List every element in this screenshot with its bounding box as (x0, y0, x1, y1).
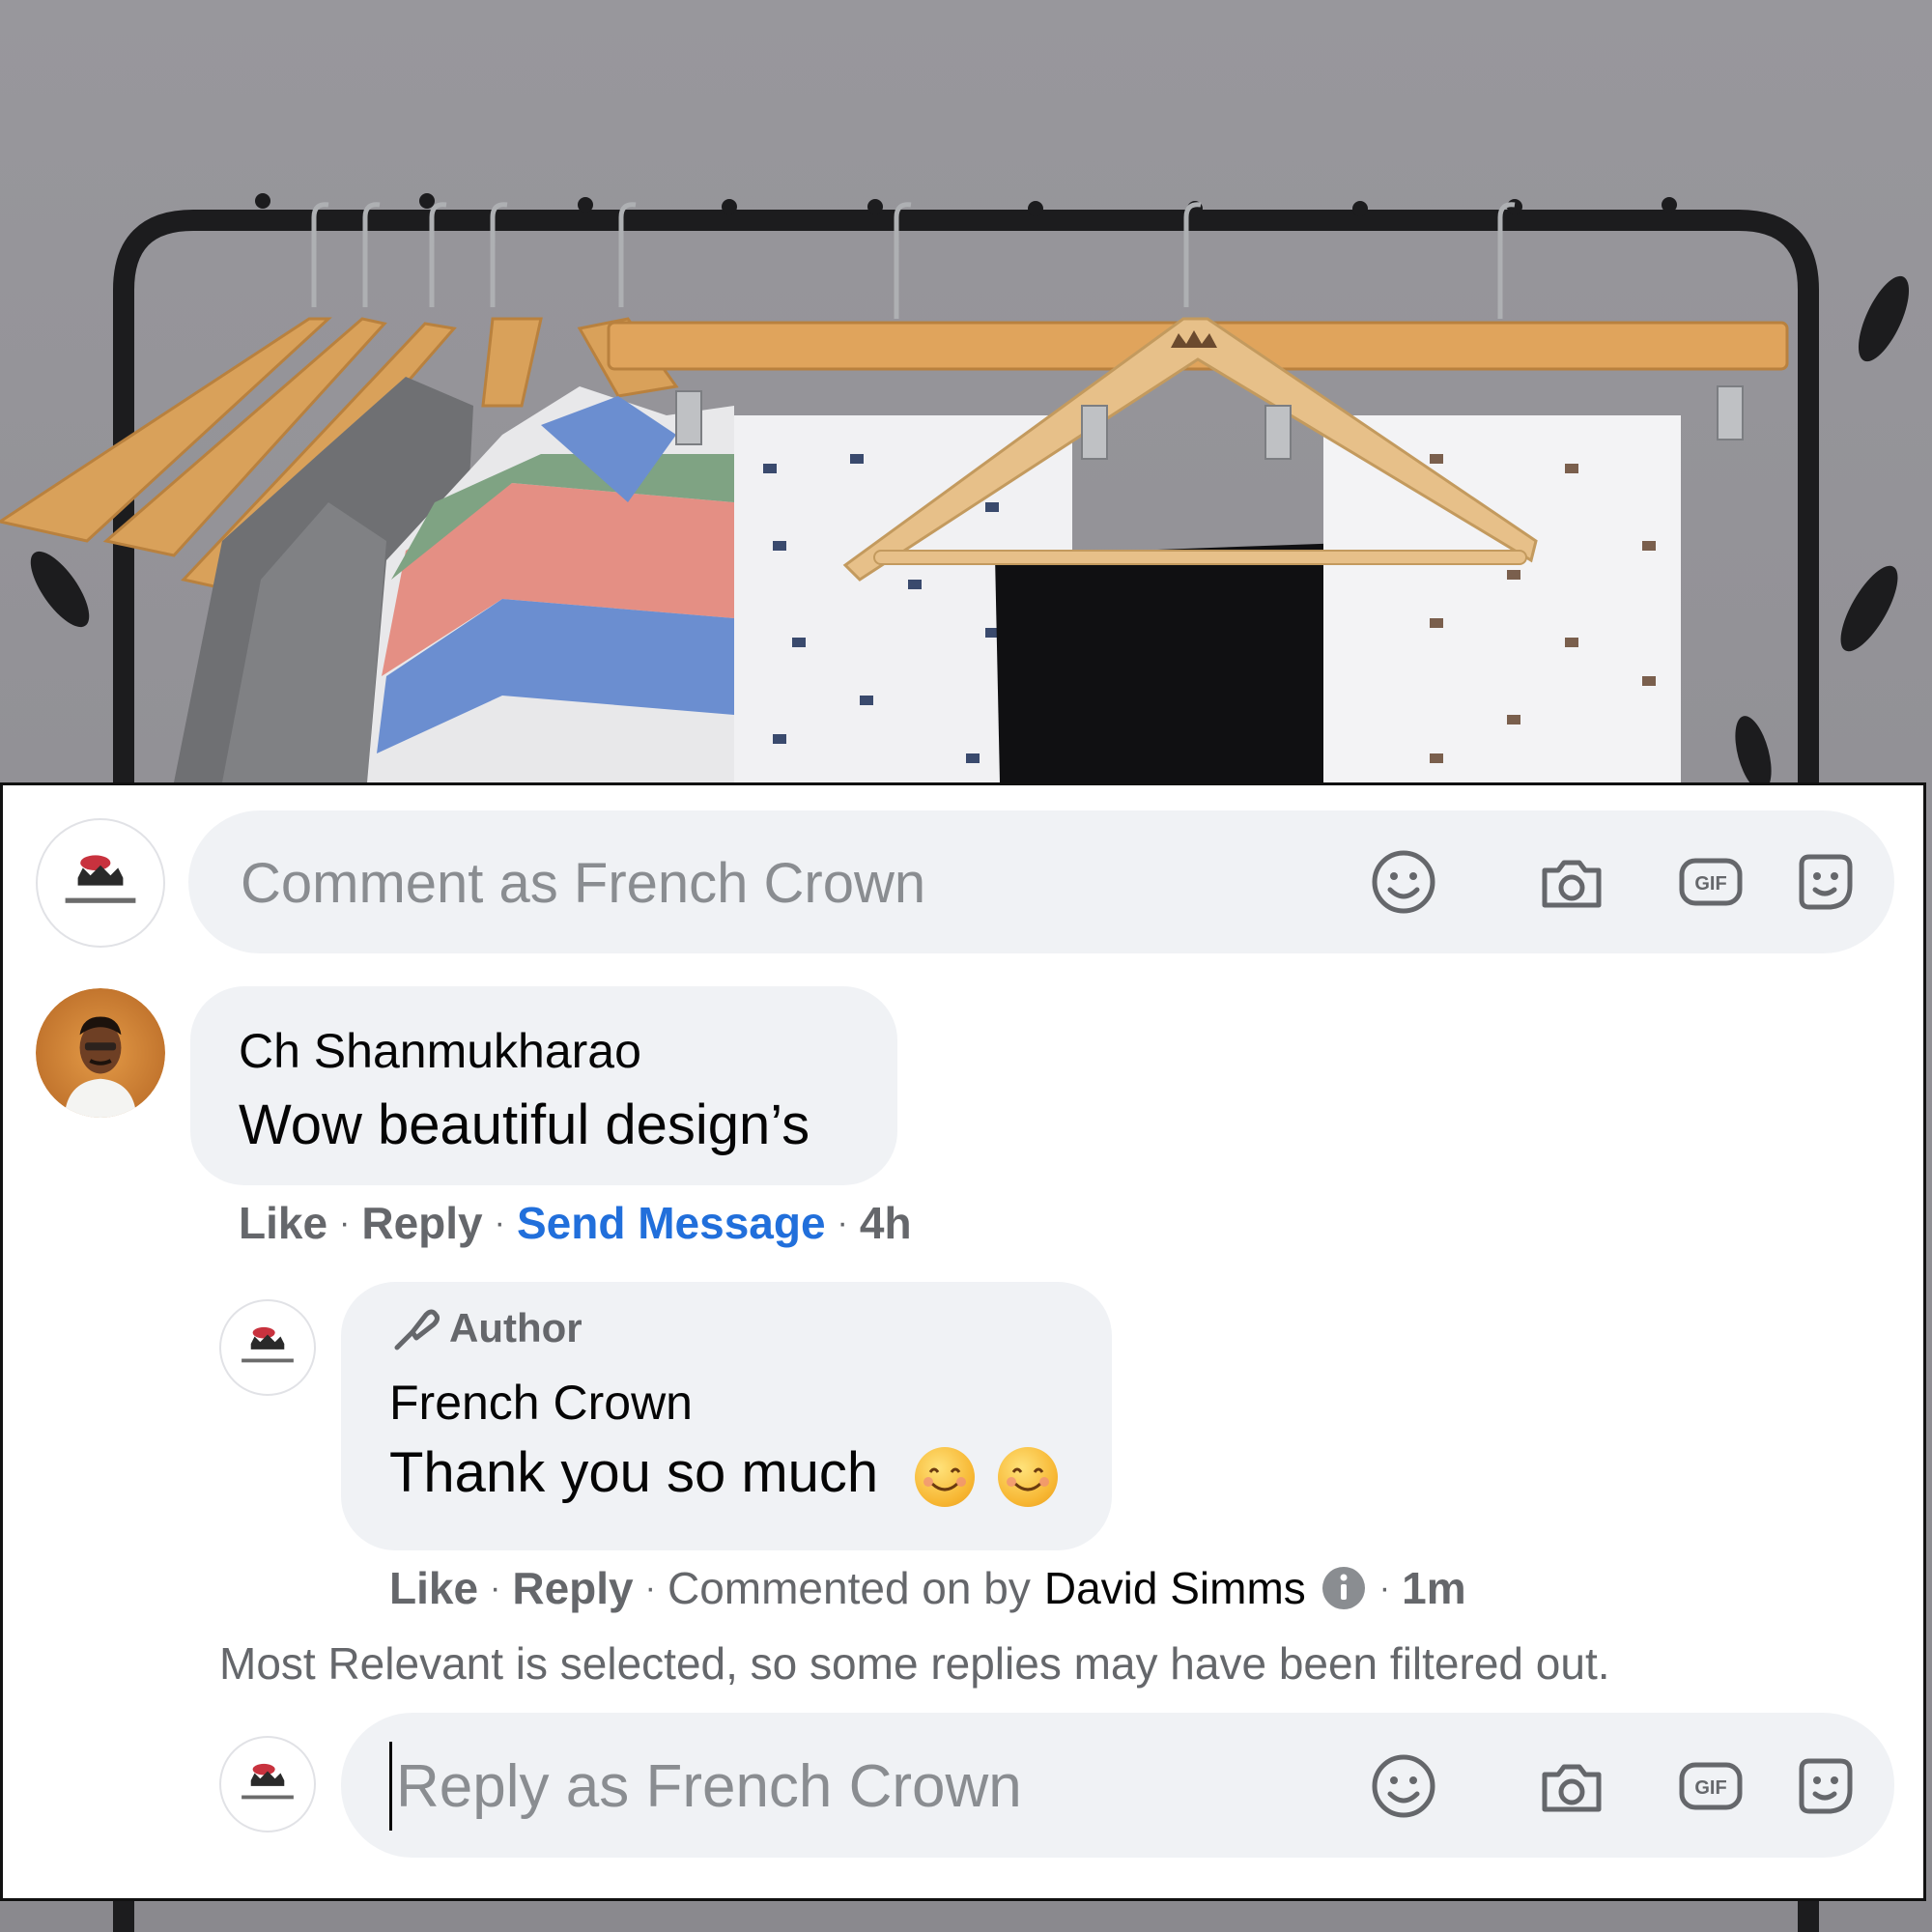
french-crown-logo-icon (221, 1301, 314, 1394)
reply-timestamp[interactable]: 1m (1402, 1562, 1465, 1614)
comment-input[interactable] (239, 839, 1305, 926)
reply-link[interactable]: Reply (512, 1562, 633, 1614)
separator-dot: · (837, 1204, 848, 1241)
reply-link[interactable]: Reply (361, 1197, 482, 1249)
comment-actions: Like · Reply · Send Message · 4h (239, 1197, 912, 1249)
gif-icon[interactable]: GIF (1676, 847, 1746, 917)
separator-dot: · (490, 1569, 501, 1606)
svg-text:GIF: GIF (1694, 1777, 1726, 1799)
sticker-icon[interactable] (1790, 1751, 1860, 1821)
send-message-link[interactable]: Send Message (517, 1197, 826, 1249)
separator-dot: · (494, 1204, 505, 1241)
gif-icon[interactable]: GIF (1676, 1751, 1746, 1821)
emoji-icon[interactable] (1369, 847, 1438, 917)
comment-composer: GIF (188, 810, 1894, 953)
separator-dot: · (644, 1569, 656, 1606)
microphone-icon (394, 1309, 440, 1350)
commenter-name-link[interactable]: David Simms (1044, 1562, 1306, 1614)
commenter-avatar[interactable] (36, 988, 165, 1118)
smiling-face-emoji-icon (915, 1446, 976, 1507)
comment-bubble: Ch Shanmukharao Wow beautiful design’s (190, 986, 897, 1185)
author-badge: Author (389, 1305, 582, 1351)
like-link[interactable]: Like (389, 1562, 478, 1614)
reply-bubble: Author French Crown Thank you so much (341, 1282, 1112, 1550)
sticker-icon[interactable] (1790, 847, 1860, 917)
reply-composer: GIF (341, 1713, 1894, 1858)
like-link[interactable]: Like (239, 1197, 327, 1249)
author-badge-label: Author (449, 1305, 582, 1350)
reply-input[interactable] (389, 1742, 1364, 1831)
reply-author-name[interactable]: French Crown (389, 1375, 693, 1431)
info-icon[interactable] (1320, 1564, 1368, 1612)
comments-panel: GIF Ch Shanmukharao Wow beautiful design… (0, 782, 1926, 1901)
person-photo-icon (36, 988, 165, 1118)
filter-notice: Most Relevant is selected, so some repli… (219, 1638, 1610, 1689)
commented-on-by-label: Commented on by (667, 1563, 1031, 1613)
reply-composer-avatar[interactable] (219, 1736, 316, 1833)
reply-text: Thank you so much (389, 1441, 879, 1504)
camera-icon[interactable] (1537, 1751, 1606, 1821)
separator-dot: · (1378, 1569, 1391, 1606)
reply-author-avatar[interactable] (219, 1299, 316, 1396)
comment-timestamp[interactable]: 4h (860, 1197, 912, 1249)
comment-author-name[interactable]: Ch Shanmukharao (239, 1023, 641, 1079)
reply-text-row: Thank you so much (389, 1440, 1059, 1507)
page-avatar[interactable] (36, 818, 165, 948)
french-crown-logo-icon (39, 821, 162, 945)
reply-actions: Like · Reply · Commented on by David Sim… (389, 1562, 1466, 1614)
smiling-face-emoji-icon (998, 1446, 1059, 1507)
svg-text:GIF: GIF (1694, 873, 1726, 895)
french-crown-logo-icon (221, 1738, 314, 1831)
comment-text: Wow beautiful design’s (239, 1094, 810, 1156)
camera-icon[interactable] (1537, 847, 1606, 917)
separator-dot: · (339, 1204, 351, 1241)
emoji-icon[interactable] (1369, 1751, 1438, 1821)
